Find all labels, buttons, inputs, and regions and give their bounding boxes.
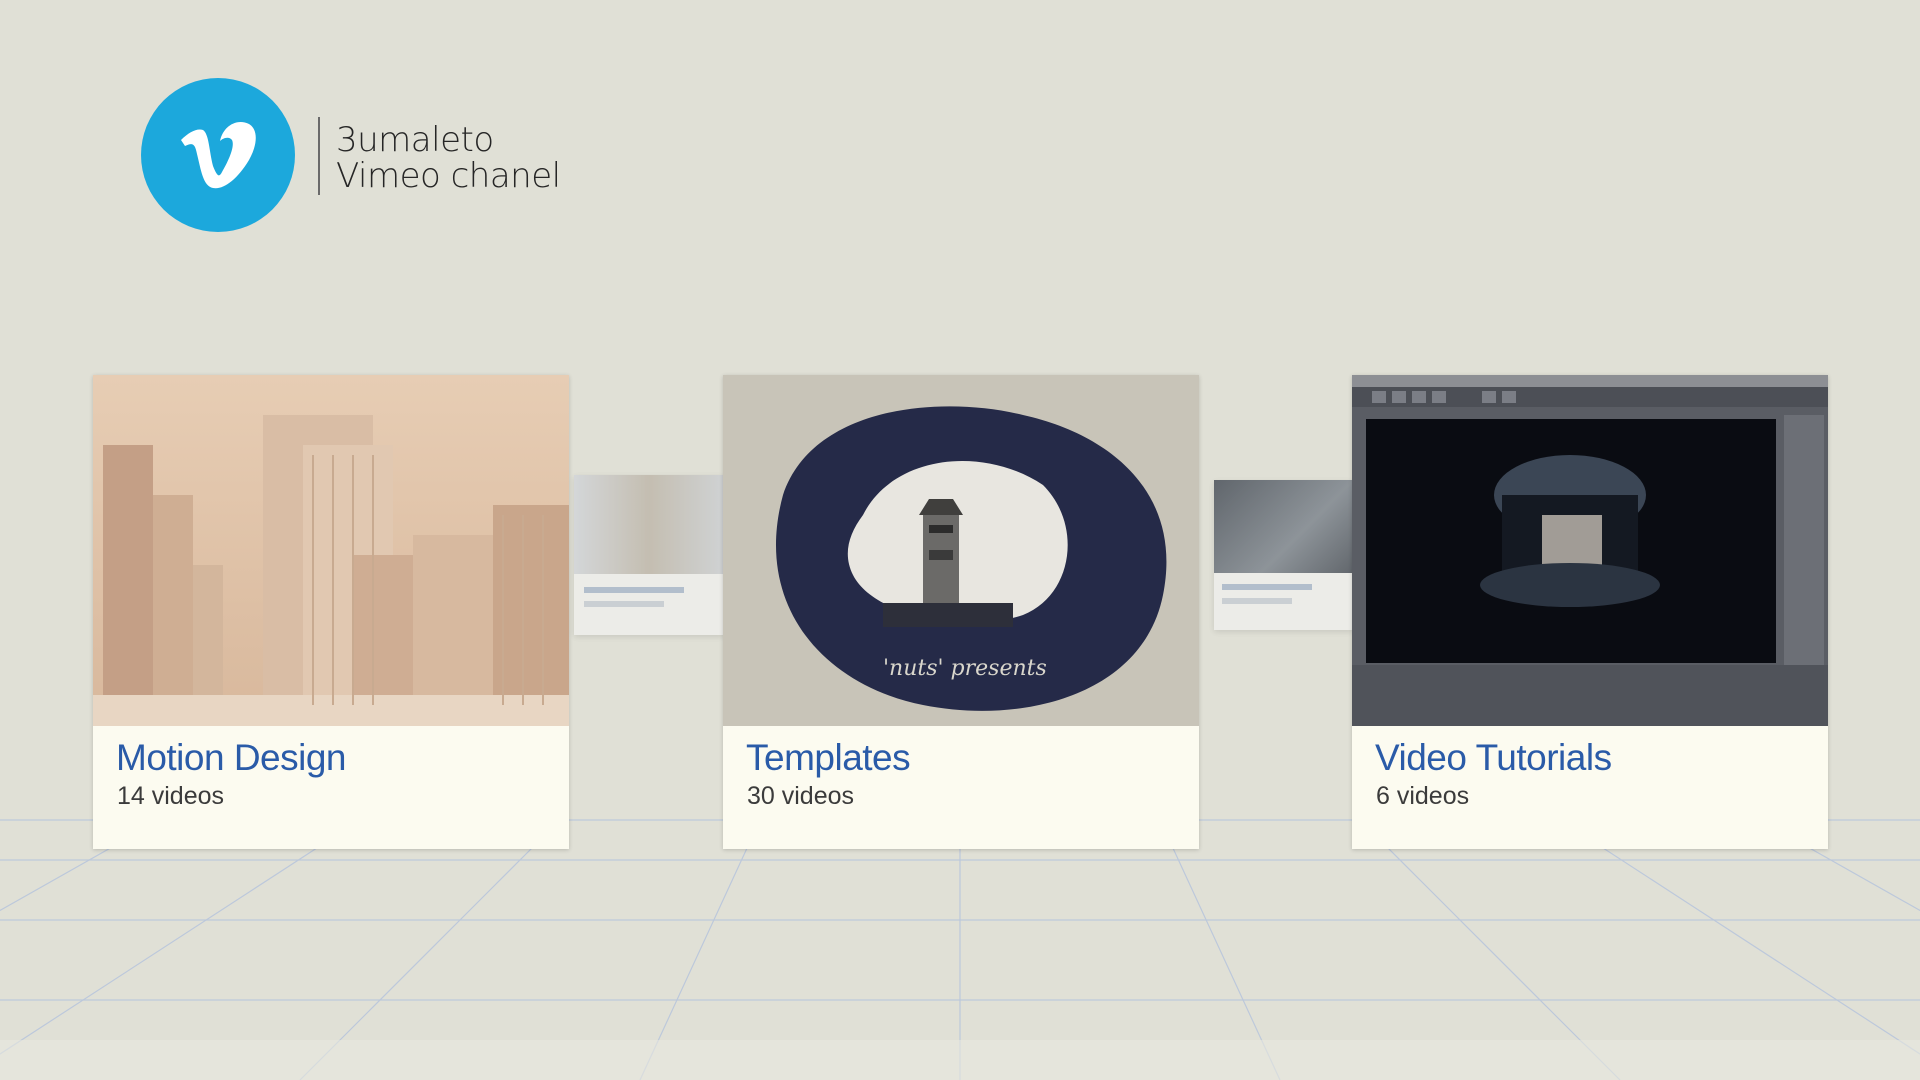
- city-buildings-thumbnail: [93, 375, 569, 726]
- album-card-video-tutorials[interactable]: Video Tutorials 6 videos: [1352, 375, 1828, 849]
- album-title[interactable]: Video Tutorials: [1375, 737, 1612, 779]
- album-card-templates[interactable]: 'nuts' presents Templates 30 videos: [723, 375, 1199, 849]
- background-album-card: [574, 475, 724, 635]
- channel-name: 3umaleto Vimeo chanel: [336, 122, 561, 194]
- background-album-card: [1214, 480, 1354, 630]
- album-video-count: 30 videos: [747, 782, 855, 810]
- album-card-motion-design[interactable]: Motion Design 14 videos: [93, 375, 569, 849]
- album-video-count: 6 videos: [1376, 782, 1470, 810]
- channel-name-line1: 3umaleto: [336, 120, 494, 160]
- logo-divider: [318, 117, 320, 195]
- thumbnail-caption: 'nuts' presents: [883, 656, 1047, 681]
- album-video-count: 14 videos: [117, 782, 225, 810]
- album-title[interactable]: Motion Design: [116, 737, 347, 779]
- vimeo-logo-icon[interactable]: [141, 78, 295, 232]
- channel-name-line2: Vimeo chanel: [336, 156, 561, 196]
- lighthouse-ink-thumbnail: 'nuts' presents: [723, 375, 1199, 726]
- album-title[interactable]: Templates: [746, 737, 911, 779]
- 3d-software-thumbnail: [1352, 375, 1828, 726]
